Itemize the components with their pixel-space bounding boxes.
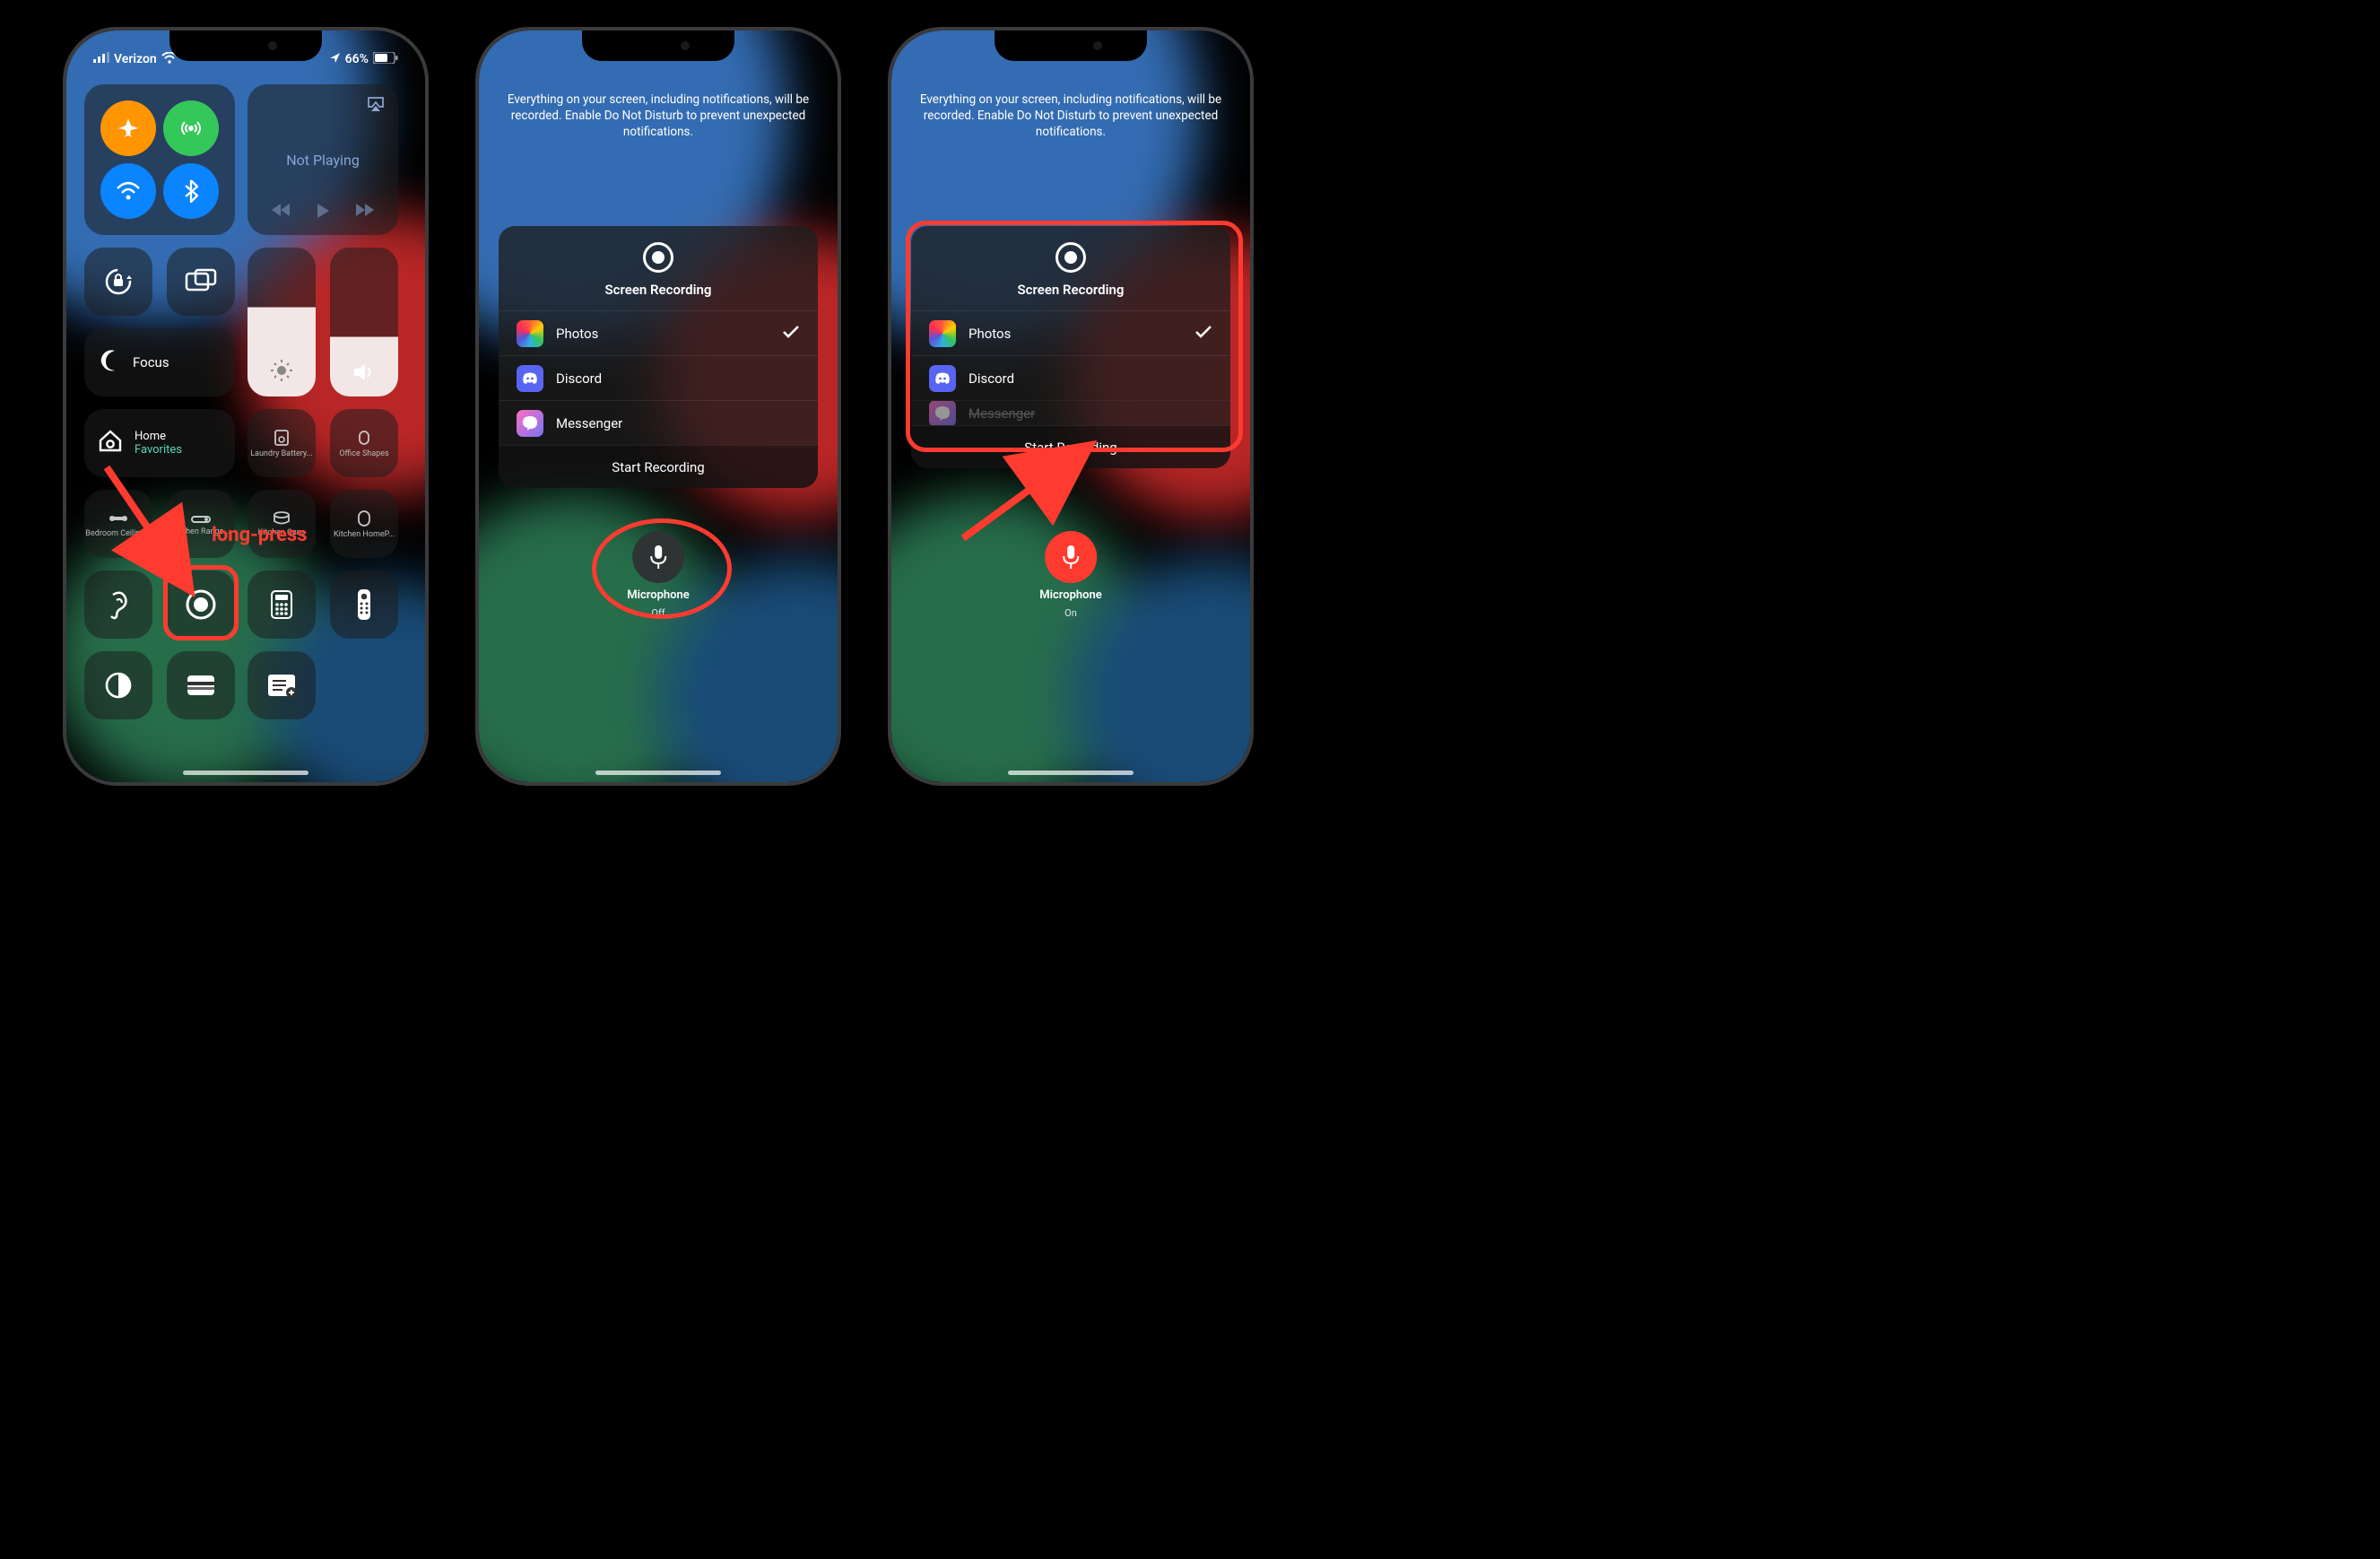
- focus-label: Focus: [133, 354, 169, 370]
- microphone-icon: [1061, 544, 1081, 570]
- bedroom-label: Bedroom Ceiling...: [85, 529, 151, 538]
- screen-mirroring-button[interactable]: [167, 248, 235, 316]
- app-option-discord[interactable]: Discord: [911, 355, 1230, 400]
- home-label: Home: [135, 430, 182, 443]
- option-label: Discord: [556, 370, 602, 387]
- remote-button[interactable]: [330, 570, 398, 639]
- cans-label: Kitchen Cans: [258, 528, 306, 537]
- homepod-tile[interactable]: Kitchen HomeP...: [330, 490, 398, 558]
- start-recording-button[interactable]: Start Recording: [911, 425, 1230, 468]
- check-icon: [782, 325, 800, 343]
- microphone-state: On: [1064, 607, 1077, 619]
- app-option-messenger[interactable]: Messenger: [499, 400, 818, 445]
- start-recording-button[interactable]: Start Recording: [499, 445, 818, 488]
- app-option-discord[interactable]: Discord: [499, 355, 818, 400]
- hearing-button[interactable]: [84, 570, 152, 639]
- start-label: Start Recording: [612, 459, 704, 475]
- wallet-button[interactable]: [167, 651, 235, 719]
- range-tile[interactable]: Kitchen Range...: [167, 490, 235, 558]
- cellular-data-button[interactable]: [163, 100, 219, 156]
- sun-icon: [270, 359, 293, 386]
- info-message: Everything on your screen, including not…: [918, 91, 1223, 141]
- photos-icon: [929, 320, 956, 347]
- microphone-label: Microphone: [1039, 588, 1102, 602]
- play-icon[interactable]: [316, 203, 330, 222]
- option-label: Messenger: [969, 405, 1035, 422]
- home-icon: [97, 428, 124, 458]
- carrier-label: Verizon: [114, 52, 157, 66]
- brightness-slider[interactable]: [248, 248, 316, 396]
- card-title: Screen Recording: [605, 282, 712, 298]
- info-message: Everything on your screen, including not…: [506, 91, 811, 141]
- laundry-tile[interactable]: Laundry Battery...: [248, 409, 316, 477]
- microphone-toggle[interactable]: Microphone Off: [627, 531, 690, 619]
- now-playing-label: Not Playing: [286, 152, 360, 169]
- battery-percent: 66%: [345, 52, 369, 66]
- bedroom-tile[interactable]: Bedroom Ceiling...: [84, 490, 152, 558]
- cans-tile[interactable]: Kitchen Cans: [248, 490, 316, 558]
- microphone-icon: [648, 544, 668, 570]
- office-label: Office Shapes: [339, 449, 388, 458]
- screen-recording-card: Screen Recording Photos Discord Messenge…: [499, 226, 818, 488]
- app-option-messenger[interactable]: Messenger: [911, 400, 1230, 425]
- moon-icon: [99, 349, 122, 376]
- orientation-lock-button[interactable]: [84, 248, 152, 316]
- laundry-label: Laundry Battery...: [250, 449, 313, 458]
- bluetooth-button[interactable]: [163, 163, 219, 219]
- option-label: Photos: [556, 326, 598, 342]
- app-option-photos[interactable]: Photos: [499, 310, 818, 355]
- option-label: Photos: [969, 326, 1011, 342]
- wifi-button[interactable]: [100, 163, 156, 219]
- office-tile[interactable]: Office Shapes: [330, 409, 398, 477]
- discord-icon: [929, 365, 956, 392]
- dark-mode-button[interactable]: [84, 651, 152, 719]
- discord-icon: [517, 365, 543, 392]
- focus-button[interactable]: Focus: [84, 328, 235, 396]
- rewind-icon[interactable]: [272, 203, 291, 222]
- microphone-label: Microphone: [627, 588, 690, 602]
- screen-recording-card: Screen Recording Photos Discord Messenge…: [911, 226, 1230, 468]
- option-label: Messenger: [556, 415, 622, 431]
- home-indicator[interactable]: [595, 771, 721, 775]
- screen-record-button[interactable]: [167, 570, 235, 639]
- microphone-toggle[interactable]: Microphone On: [1039, 531, 1102, 619]
- record-icon: [1055, 242, 1086, 273]
- app-option-photos[interactable]: Photos: [911, 310, 1230, 355]
- homepod-label: Kitchen HomeP...: [334, 530, 395, 539]
- battery-icon: [373, 52, 398, 67]
- speaker-icon: [352, 362, 376, 386]
- location-icon: [329, 52, 341, 67]
- airplay-icon: [366, 100, 386, 117]
- now-playing-tile[interactable]: Not Playing: [248, 84, 398, 235]
- phone-3-recording-sheet-micon: Everything on your screen, including not…: [888, 27, 1254, 786]
- check-icon: [1194, 325, 1212, 343]
- home-indicator[interactable]: [183, 771, 308, 775]
- phone-1-control-center: Verizon 66%: [63, 27, 429, 786]
- messenger-icon: [517, 410, 543, 437]
- home-indicator[interactable]: [1008, 771, 1134, 775]
- quick-note-button[interactable]: [248, 651, 316, 719]
- photos-icon: [517, 320, 543, 347]
- phone-2-recording-sheet: Everything on your screen, including not…: [475, 27, 841, 786]
- signal-icon: [93, 52, 109, 66]
- messenger-icon: [929, 400, 956, 425]
- start-label: Start Recording: [1024, 440, 1116, 456]
- microphone-state: Off: [651, 607, 664, 619]
- airplane-mode-button[interactable]: [100, 100, 156, 156]
- favorites-label: Favorites: [135, 443, 182, 457]
- range-label: Kitchen Range...: [172, 527, 230, 536]
- card-title: Screen Recording: [1018, 282, 1125, 298]
- forward-icon[interactable]: [354, 203, 374, 222]
- calculator-button[interactable]: [248, 570, 316, 639]
- connectivity-tile[interactable]: [84, 84, 235, 235]
- record-icon: [643, 242, 673, 273]
- option-label: Discord: [969, 370, 1014, 387]
- volume-slider[interactable]: [330, 248, 398, 396]
- home-tile[interactable]: HomeFavorites: [84, 409, 235, 477]
